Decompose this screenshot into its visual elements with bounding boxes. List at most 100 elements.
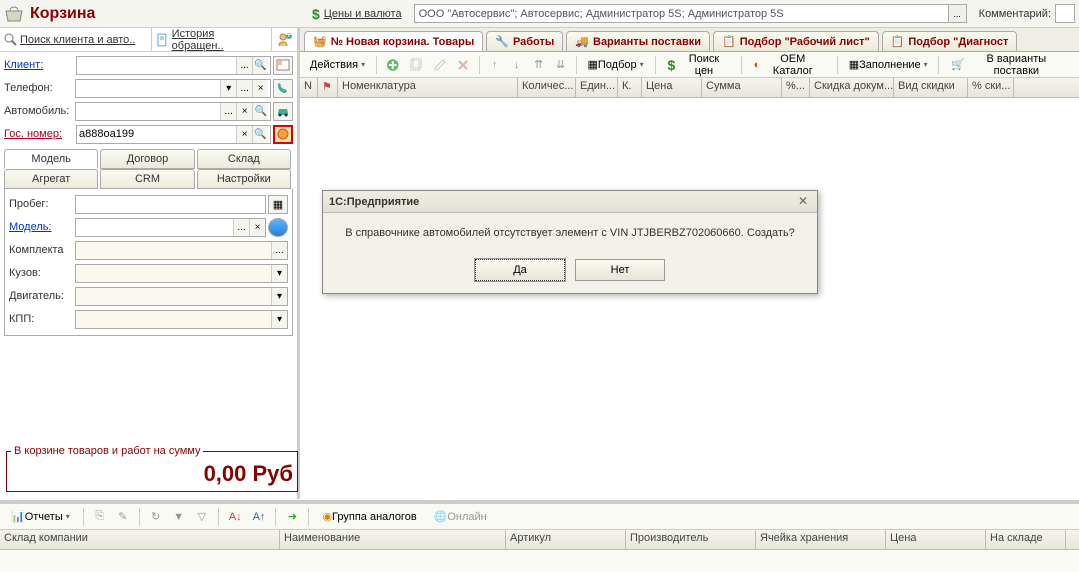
move-up-button[interactable]: ↑	[485, 55, 505, 75]
bb-edit-button[interactable]: ✎	[113, 507, 133, 527]
col-nomenclature[interactable]: Номенклатура	[338, 78, 518, 97]
auto-input[interactable]: ...×🔍	[75, 102, 271, 121]
col-manufacturer[interactable]: Производитель	[626, 530, 756, 549]
client-card-button[interactable]	[273, 56, 293, 75]
col-sum[interactable]: Сумма	[702, 78, 782, 97]
col-price2[interactable]: Цена	[886, 530, 986, 549]
call-button[interactable]	[273, 79, 293, 98]
dialog-titlebar[interactable]: 1С:Предприятие ✕	[323, 191, 817, 213]
col-article[interactable]: Артикул	[506, 530, 626, 549]
col-discount-type[interactable]: Вид скидки	[894, 78, 968, 97]
move-down-button[interactable]: ↓	[507, 55, 527, 75]
search-prices-button[interactable]: $Поиск цен	[660, 55, 735, 75]
comment-input[interactable]	[1055, 4, 1075, 23]
tab-varianty[interactable]: 🚚Варианты поставки	[566, 31, 710, 51]
col-warehouse[interactable]: Склад компании	[0, 530, 280, 549]
sort-desc-button[interactable]: ⇊	[551, 55, 571, 75]
ellipsis-button[interactable]: ...	[236, 80, 252, 97]
kpp-input[interactable]: ▾	[75, 310, 288, 329]
close-icon[interactable]: ✕	[795, 194, 811, 210]
mileage-grid-button[interactable]: ▦	[268, 195, 288, 214]
yes-button[interactable]: Да	[475, 259, 565, 281]
actions-button[interactable]: Действия	[304, 55, 371, 75]
oem-catalog-button[interactable]: ◐OEM Каталог	[747, 55, 833, 75]
gosnomer-input[interactable]: ×🔍	[76, 125, 271, 144]
dropdown-button[interactable]: ▾	[271, 288, 287, 305]
mileage-input[interactable]	[75, 195, 266, 214]
tab-model[interactable]: Модель	[4, 149, 98, 169]
search-mini-button[interactable]: 🔍	[252, 103, 268, 120]
gosnomer-label[interactable]: Гос. номер:	[4, 128, 76, 140]
body-input[interactable]: ▾	[75, 264, 288, 283]
client-input[interactable]: ...🔍	[76, 56, 271, 75]
engine-input[interactable]: ▾	[75, 287, 288, 306]
col-n[interactable]: N	[300, 78, 318, 97]
client-label[interactable]: Клиент:	[4, 59, 76, 71]
ellipsis-button[interactable]: ...	[220, 103, 236, 120]
grid-body[interactable]	[300, 98, 1079, 499]
tab-settings[interactable]: Настройки	[197, 169, 291, 189]
col-pct[interactable]: %...	[782, 78, 810, 97]
col-cell[interactable]: Ячейка хранения	[756, 530, 886, 549]
dropdown-button[interactable]: ▾	[271, 265, 287, 282]
tab-aggregate[interactable]: Агрегат	[4, 169, 98, 189]
org-input[interactable]	[414, 4, 949, 23]
clear-button[interactable]: ×	[236, 126, 252, 143]
search-mini-button[interactable]: 🔍	[252, 126, 268, 143]
tab-crm[interactable]: CRM	[100, 169, 194, 189]
col-stock[interactable]: На складе	[986, 530, 1066, 549]
gosnomer-action-button[interactable]	[273, 125, 293, 144]
bb-refresh-button[interactable]: ↻	[146, 507, 166, 527]
copy-button[interactable]	[405, 55, 426, 75]
reports-button[interactable]: 📊 Отчеты	[4, 507, 77, 527]
col-k[interactable]: К.	[618, 78, 642, 97]
bb-clear-filter-button[interactable]: ▽	[192, 507, 212, 527]
bb-copy-button[interactable]: ⎘	[90, 507, 110, 527]
ellipsis-button[interactable]: ...	[233, 219, 249, 236]
add-button[interactable]	[382, 55, 403, 75]
to-variants-button[interactable]: 🛒 В варианты поставки	[944, 55, 1075, 75]
tab-contract[interactable]: Договор	[100, 149, 194, 169]
complect-input[interactable]: ...	[75, 241, 288, 260]
col-price[interactable]: Цена	[642, 78, 702, 97]
dropdown-button[interactable]: ▾	[220, 80, 236, 97]
model-label[interactable]: Модель:	[9, 221, 75, 233]
globe-button[interactable]	[268, 218, 288, 237]
clear-button[interactable]: ×	[236, 103, 252, 120]
history-button[interactable]: История обращен..	[151, 28, 271, 51]
sort-asc-button[interactable]: ⇈	[529, 55, 549, 75]
fill-button[interactable]: ▦ Заполнение	[843, 55, 933, 75]
search-client-button[interactable]: Поиск клиента и авто..	[0, 28, 151, 51]
col-flag[interactable]: ⚑	[318, 78, 338, 97]
podbor-button[interactable]: ▦ Подбор	[582, 55, 650, 75]
no-button[interactable]: Нет	[575, 259, 665, 281]
col-qty[interactable]: Количес...	[518, 78, 576, 97]
col-discount-pct[interactable]: % ски...	[968, 78, 1014, 97]
tab-podbor-worksheet[interactable]: 📋Подбор "Рабочий лист"	[713, 31, 879, 51]
ellipsis-button[interactable]: ...	[271, 242, 287, 259]
dropdown-button[interactable]: ▾	[271, 311, 287, 328]
search-mini-button[interactable]: 🔍	[252, 57, 268, 74]
bb-filter-button[interactable]: ▼	[169, 507, 189, 527]
model-input[interactable]: ...×	[75, 218, 266, 237]
clear-button[interactable]: ×	[249, 219, 265, 236]
edit-button[interactable]	[429, 55, 450, 75]
prices-currency[interactable]: $ Цены и валюта	[312, 6, 402, 22]
sort-az-button[interactable]: A↓	[225, 507, 246, 527]
col-unit[interactable]: Един...	[576, 78, 618, 97]
clear-button[interactable]: ×	[252, 80, 268, 97]
sort-za-button[interactable]: A↑	[249, 507, 270, 527]
group-analogs-button[interactable]: ◉Группа аналогов	[315, 507, 423, 527]
phone-input[interactable]: ▾...×	[75, 79, 271, 98]
tab-podbor-diagnost[interactable]: 📋Подбор "Диагност	[882, 31, 1018, 51]
col-discount-doc[interactable]: Скидка докум...	[810, 78, 894, 97]
tab-warehouse[interactable]: Склад	[197, 149, 291, 169]
tab-raboty[interactable]: 🔧Работы	[486, 31, 563, 51]
tab-tovary[interactable]: 🧺№ Новая корзина. Товары	[304, 31, 483, 51]
col-name[interactable]: Наименование	[280, 530, 506, 549]
car-button[interactable]	[273, 102, 293, 121]
delete-button[interactable]	[452, 55, 473, 75]
ellipsis-button[interactable]: ...	[236, 57, 252, 74]
online-button[interactable]: 🌐Онлайн	[427, 507, 494, 527]
add-user-button[interactable]: +	[271, 28, 297, 51]
